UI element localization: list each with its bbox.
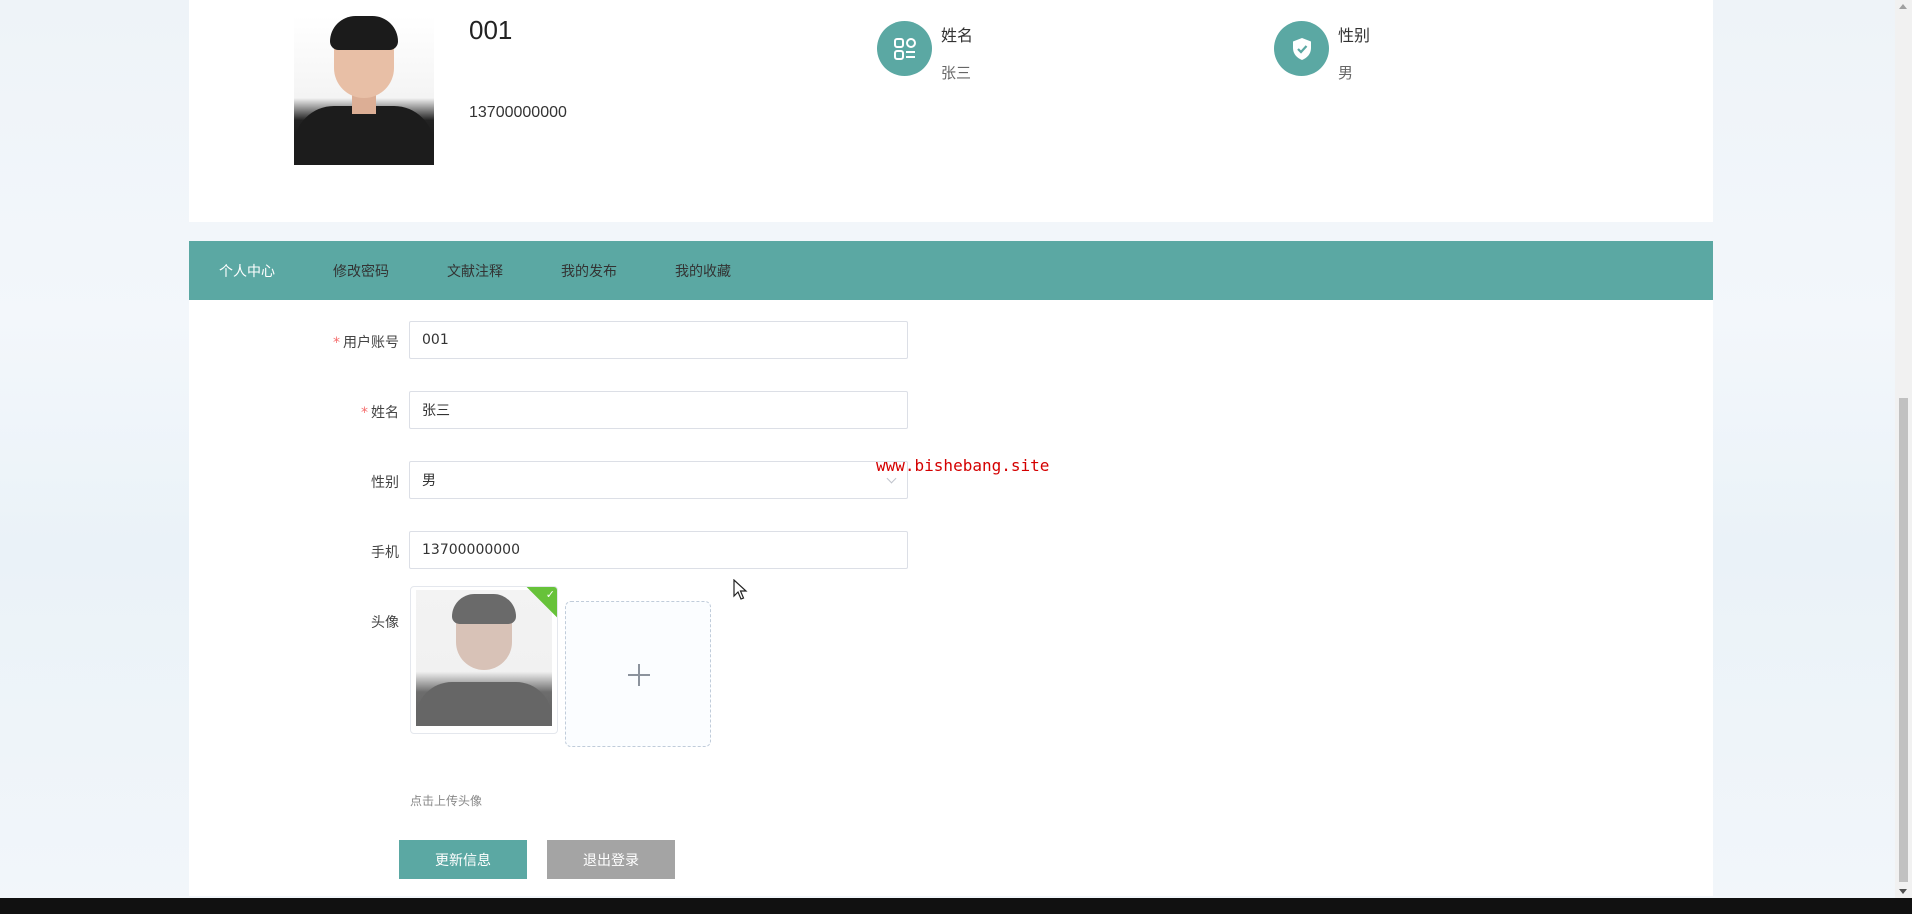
name-card-icon bbox=[877, 21, 932, 76]
gender-info-label: 性别 bbox=[1338, 26, 1371, 45]
page-scrollbar[interactable] bbox=[1895, 0, 1912, 898]
gender-field-label: 性别 bbox=[371, 475, 399, 491]
profile-account: 001 bbox=[469, 15, 513, 45]
required-mark: * bbox=[333, 335, 340, 351]
gender-info-value: 男 bbox=[1338, 64, 1354, 82]
name-info-label: 姓名 bbox=[941, 26, 974, 45]
tab-bar: 个人中心 修改密码 文献注释 我的发布 我的收藏 bbox=[189, 241, 1713, 300]
upload-avatar-button[interactable] bbox=[565, 601, 711, 747]
profile-form: *用户账号 *姓名 性别 男 手机 头像 ✓ 点击上传头像 更新信息 退出登录 bbox=[189, 300, 1713, 896]
phone-field-label: 手机 bbox=[371, 545, 399, 561]
name-info-value: 张三 bbox=[941, 64, 972, 82]
update-info-button[interactable]: 更新信息 bbox=[399, 840, 527, 879]
name-field-label: * 姓名 bbox=[361, 405, 399, 421]
shield-icon bbox=[1274, 21, 1329, 76]
uploaded-avatar-thumbnail[interactable]: ✓ bbox=[410, 586, 558, 734]
mouse-cursor-icon bbox=[733, 579, 748, 600]
gender-select-value: 男 bbox=[422, 473, 436, 489]
check-icon: ✓ bbox=[545, 588, 555, 601]
scroll-down-arrow-icon[interactable] bbox=[1899, 889, 1907, 894]
required-mark: * bbox=[361, 405, 368, 421]
tab-change-password[interactable]: 修改密码 bbox=[333, 261, 389, 281]
tab-my-favorites[interactable]: 我的收藏 bbox=[675, 261, 731, 281]
scroll-up-arrow-icon[interactable] bbox=[1899, 4, 1907, 9]
profile-avatar-photo bbox=[294, 16, 434, 165]
bottom-bar bbox=[0, 898, 1912, 914]
upload-tip: 点击上传头像 bbox=[410, 794, 483, 808]
tab-my-posts[interactable]: 我的发布 bbox=[561, 261, 617, 281]
scrollbar-thumb[interactable] bbox=[1899, 398, 1908, 882]
account-field-label: * 用户账号 bbox=[333, 335, 399, 351]
logout-button[interactable]: 退出登录 bbox=[547, 840, 675, 879]
profile-phone: 13700000000 bbox=[469, 104, 567, 121]
uploaded-avatar-image bbox=[416, 590, 552, 726]
watermark-text: www.bishebang.site bbox=[876, 456, 1050, 475]
account-input[interactable] bbox=[409, 321, 908, 359]
tab-literature-notes[interactable]: 文献注释 bbox=[447, 261, 503, 281]
avatar-field-label: 头像 bbox=[371, 615, 399, 631]
phone-input[interactable] bbox=[409, 531, 908, 569]
tab-personal-center[interactable]: 个人中心 bbox=[219, 261, 275, 281]
gender-select[interactable]: 男 bbox=[409, 461, 908, 499]
profile-card: 001 13700000000 姓名 张三 性别 男 bbox=[189, 0, 1713, 222]
name-input[interactable] bbox=[409, 391, 908, 429]
chevron-down-icon bbox=[886, 473, 897, 484]
